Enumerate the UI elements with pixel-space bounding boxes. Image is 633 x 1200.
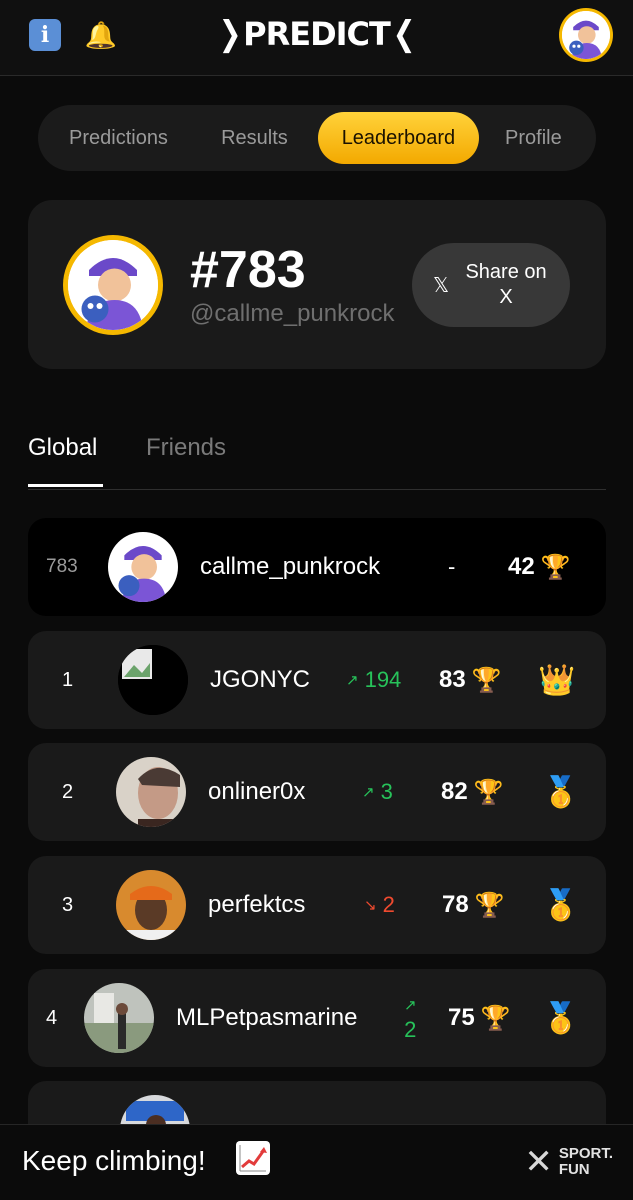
- x-logo-icon: 𝕏: [432, 273, 450, 297]
- row-score: 83 🏆: [439, 666, 502, 694]
- app-header: i 🔔 ❯PREDICT❮: [0, 0, 633, 76]
- tab-leaderboard[interactable]: Leaderboard: [318, 112, 479, 164]
- footer-message: Keep climbing!: [22, 1145, 206, 1176]
- crown-icon: 👑: [538, 663, 576, 697]
- row-score: 78 🏆: [442, 891, 505, 919]
- rank-change: ↗ 2: [404, 969, 417, 1067]
- active-tab-indicator: [28, 484, 103, 487]
- tab-results[interactable]: Results: [191, 112, 318, 164]
- avatar: [84, 983, 154, 1053]
- brand-logo: ❯PREDICT❮: [218, 14, 415, 54]
- trophy-icon: 🏆: [473, 778, 504, 806]
- arrow-down-icon: ↘: [364, 897, 377, 914]
- share-label: Share on X: [465, 261, 547, 308]
- arrow-up-icon: ↗: [404, 997, 417, 1014]
- avatar: [118, 645, 188, 715]
- row-rank: 3: [62, 893, 74, 916]
- trophy-icon: 🏆: [471, 666, 502, 694]
- rank-change: -: [448, 554, 456, 579]
- current-user-row[interactable]: 783 callme_punkrock - 42 🏆: [28, 518, 606, 616]
- medal-icon: 🥇: [542, 775, 580, 809]
- rank-change: ↗ 3: [362, 779, 393, 804]
- leaderboard-row[interactable]: 4 MLPetpasmarine ↗ 2 75 🏆 🥇: [28, 969, 606, 1067]
- leaderboard-row[interactable]: 1 JGONYC ↗ 194 83 🏆 👑: [28, 631, 606, 729]
- rank-change: ↗ 194: [346, 667, 402, 692]
- medal-icon: 🥇: [542, 1001, 580, 1035]
- row-rank: 2: [62, 780, 74, 803]
- logo-line-1: SPORT.: [558, 1145, 613, 1162]
- tab-profile[interactable]: Profile: [479, 112, 588, 164]
- footer-bar: Keep climbing! ✕ SPORT. FUN: [0, 1124, 633, 1200]
- leaderboard-row[interactable]: 2 onliner0x ↗ 3 82 🏆 🥇: [28, 743, 606, 841]
- row-username: MLPetpasmarine: [176, 1004, 358, 1031]
- share-on-x-button[interactable]: 𝕏 Share on X: [412, 243, 570, 327]
- row-score: 75 🏆: [448, 1004, 511, 1032]
- tab-predictions[interactable]: Predictions: [46, 112, 191, 164]
- logo-line-2: FUN: [558, 1161, 590, 1178]
- trophy-icon: 🏆: [480, 1004, 511, 1032]
- sport-fun-logo: ✕ SPORT. FUN: [524, 1145, 613, 1179]
- sport-fun-x-icon: ✕: [524, 1143, 553, 1181]
- user-avatar[interactable]: [559, 8, 613, 62]
- leaderboard-row[interactable]: 3 perfektcs ↘ 2 78 🏆 🥇: [28, 856, 606, 954]
- row-rank: 783: [46, 556, 78, 577]
- trophy-icon: 🏆: [540, 553, 571, 581]
- row-score: 42 🏆: [508, 553, 571, 581]
- trophy-icon: 🏆: [474, 891, 505, 919]
- avatar: [116, 870, 186, 940]
- row-username: onliner0x: [208, 778, 306, 805]
- user-rank: #783: [190, 241, 306, 299]
- tab-friends[interactable]: Friends: [146, 434, 226, 462]
- row-rank: 1: [62, 668, 74, 691]
- avatar: [108, 532, 178, 602]
- avatar: [116, 757, 186, 827]
- row-username: callme_punkrock: [200, 553, 381, 580]
- arrow-up-icon: ↗: [346, 672, 359, 689]
- leaderboard-tabs: Global Friends: [28, 430, 606, 490]
- arrow-up-icon: ↗: [362, 784, 375, 801]
- medal-icon: 🥇: [542, 888, 580, 922]
- chart-increasing-icon: [236, 1141, 270, 1175]
- row-score: 82 🏆: [441, 778, 504, 806]
- row-rank: 4: [46, 1006, 58, 1029]
- main-nav: Predictions Results Leaderboard Profile: [38, 105, 596, 171]
- row-username: perfektcs: [208, 891, 306, 918]
- row-username: JGONYC: [210, 666, 311, 693]
- rank-change: ↘ 2: [364, 892, 395, 917]
- user-handle: @callme_punkrock: [190, 300, 395, 327]
- profile-card: #783 @callme_punkrock 𝕏 Share on X: [28, 200, 606, 369]
- profile-avatar: [63, 235, 163, 335]
- tab-global[interactable]: Global: [28, 434, 97, 462]
